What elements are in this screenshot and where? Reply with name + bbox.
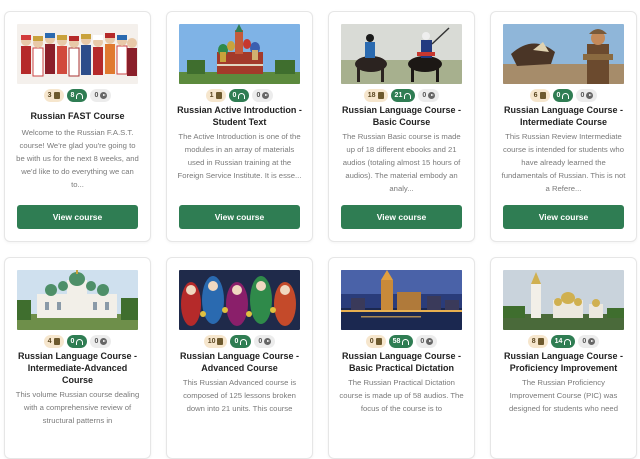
course-description: This volume Russian course dealing with … <box>15 390 140 425</box>
play-icon <box>588 338 596 345</box>
headphones-icon <box>240 338 248 345</box>
course-description: The Active Introduction is one of the mo… <box>177 132 302 180</box>
course-thumbnail-matryoshka-dolls[interactable] <box>179 270 300 330</box>
course-description: The Russian Proficiency Improvement Cour… <box>509 378 618 413</box>
play-icon <box>586 92 594 99</box>
course-card: 4 0 0 Russian Language Course - Intermed… <box>4 257 151 459</box>
course-description: Welcome to the Russian F.A.S.T. course! … <box>16 128 139 189</box>
book-icon <box>539 92 546 99</box>
course-thumbnail-kyiv-lavra[interactable] <box>503 270 624 330</box>
ebook-count-badge: 3 <box>43 89 64 102</box>
course-card: 18 21 0 Russian Language Course - Basic … <box>328 11 475 242</box>
audio-count-badge: 8 <box>66 89 88 102</box>
course-description: The Russian Practical Dictation course i… <box>339 378 464 413</box>
course-title[interactable]: Russian Language Course - Basic Course <box>335 104 468 128</box>
course-resource-counts: 18 21 0 <box>329 89 474 102</box>
ebook-count-badge: 4 <box>43 335 64 348</box>
audio-count-badge: 21 <box>390 89 416 102</box>
course-description: This Russian Advanced course is composed… <box>182 378 297 413</box>
play-icon <box>426 338 434 345</box>
play-icon <box>264 338 272 345</box>
audio-count-badge: 0 <box>552 89 574 102</box>
book-icon <box>375 338 382 345</box>
course-resource-counts: 0 58 0 <box>329 335 474 348</box>
headphones-icon <box>564 338 572 345</box>
course-title[interactable]: Russian Language Course - Basic Practica… <box>335 350 468 374</box>
course-resource-counts: 6 0 0 <box>491 89 636 102</box>
video-count-badge: 0 <box>578 335 600 348</box>
video-count-badge: 0 <box>576 89 598 102</box>
course-card: 8 14 0 Russian Language Course - Profici… <box>490 257 637 459</box>
ebook-count-badge: 18 <box>363 89 388 102</box>
view-course-button[interactable]: View course <box>341 205 462 229</box>
audio-count-badge: 0 <box>228 89 250 102</box>
book-icon <box>53 338 60 345</box>
video-count-badge: 0 <box>252 89 274 102</box>
course-resource-counts: 3 8 0 <box>5 89 150 102</box>
video-count-badge: 0 <box>416 335 438 348</box>
headphones-icon <box>402 338 410 345</box>
course-thumbnail-horse-riders[interactable] <box>341 24 462 84</box>
ebook-count-badge: 0 <box>365 335 386 348</box>
audio-count-badge: 58 <box>388 335 414 348</box>
course-description: This Russian Review Intermediate course … <box>501 132 626 193</box>
course-resource-counts: 1 0 0 <box>167 89 312 102</box>
audio-count-badge: 0 <box>66 335 88 348</box>
course-description: The Russian Basic course is made up of 1… <box>342 132 461 193</box>
ebook-count-badge: 10 <box>203 335 228 348</box>
ebook-count-badge: 8 <box>527 335 548 348</box>
course-card: 3 8 0 Russian FAST Course Welcome to the… <box>4 11 151 242</box>
view-course-button[interactable]: View course <box>17 205 138 229</box>
video-count-badge: 0 <box>254 335 276 348</box>
course-card: 0 58 0 Russian Language Course - Basic P… <box>328 257 475 459</box>
play-icon <box>428 92 436 99</box>
course-thumbnail-folk-dancers[interactable] <box>17 24 138 84</box>
audio-count-badge: 14 <box>550 335 576 348</box>
course-thumbnail-moscow-skyline[interactable] <box>341 270 462 330</box>
view-course-button[interactable]: View course <box>503 205 624 229</box>
course-resource-counts: 4 0 0 <box>5 335 150 348</box>
headphones-icon <box>562 92 570 99</box>
book-icon <box>537 338 544 345</box>
course-thumbnail-eagle-hunter[interactable] <box>503 24 624 84</box>
course-title[interactable]: Russian Active Introduction - Student Te… <box>173 104 306 128</box>
video-count-badge: 0 <box>90 89 112 102</box>
course-thumbnail-cathedral[interactable] <box>17 270 138 330</box>
course-title[interactable]: Russian Language Course - Proficiency Im… <box>497 350 630 374</box>
video-count-badge: 0 <box>418 89 440 102</box>
headphones-icon <box>238 92 246 99</box>
headphones-icon <box>76 92 84 99</box>
view-course-button[interactable]: View course <box>179 205 300 229</box>
course-card: 6 0 0 Russian Language Course - Intermed… <box>490 11 637 242</box>
play-icon <box>262 92 270 99</box>
book-icon <box>53 92 60 99</box>
course-card: 1 0 0 Russian Active Introduction - Stud… <box>166 11 313 242</box>
course-resource-counts: 10 0 0 <box>167 335 312 348</box>
course-title[interactable]: Russian Language Course - Intermediate C… <box>497 104 630 128</box>
play-icon <box>100 92 108 99</box>
headphones-icon <box>404 92 412 99</box>
course-thumbnail-st-basils-cathedral[interactable] <box>179 24 300 84</box>
course-title[interactable]: Russian Language Course - Advanced Cours… <box>173 350 306 374</box>
ebook-count-badge: 6 <box>529 89 550 102</box>
video-count-badge: 0 <box>90 335 112 348</box>
book-icon <box>217 338 224 345</box>
course-title[interactable]: Russian Language Course - Intermediate-A… <box>11 350 144 386</box>
course-resource-counts: 8 14 0 <box>491 335 636 348</box>
ebook-count-badge: 1 <box>205 89 226 102</box>
play-icon <box>100 338 108 345</box>
book-icon <box>215 92 222 99</box>
course-card: 10 0 0 Russian Language Course - Advance… <box>166 257 313 459</box>
audio-count-badge: 0 <box>230 335 252 348</box>
course-title[interactable]: Russian FAST Course <box>11 110 144 122</box>
book-icon <box>377 92 384 99</box>
headphones-icon <box>76 338 84 345</box>
